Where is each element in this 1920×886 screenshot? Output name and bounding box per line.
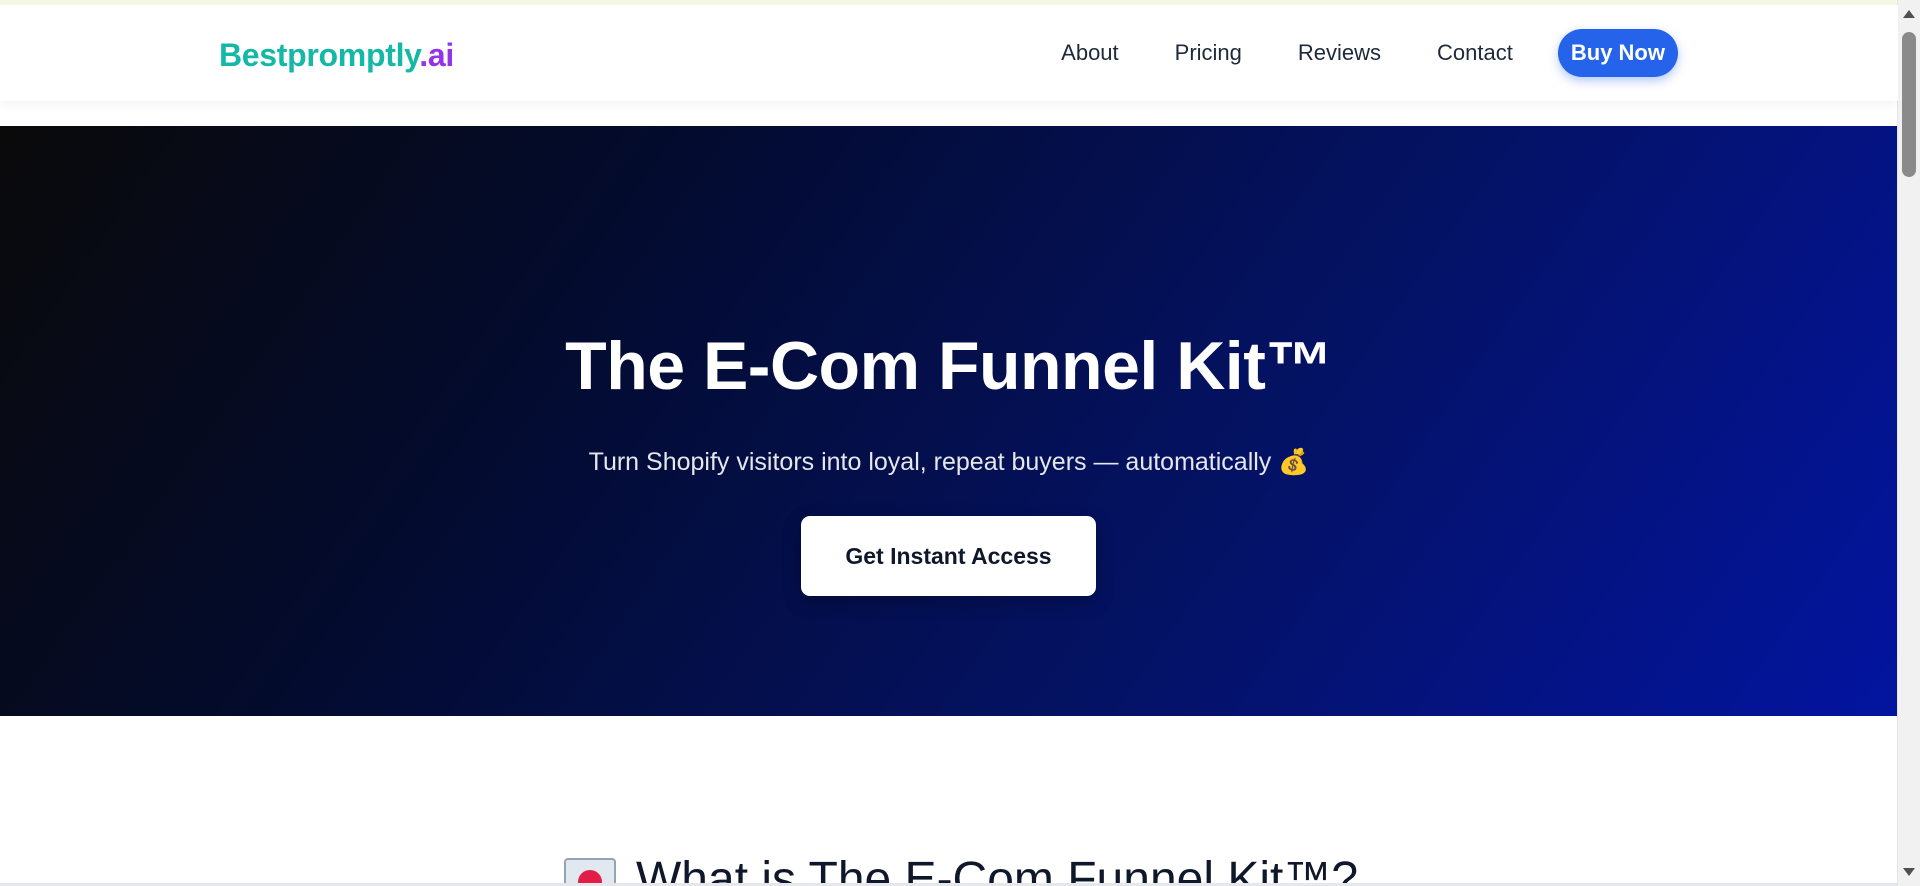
scroll-thumb[interactable] [1902,32,1916,177]
vertical-scrollbar[interactable] [1897,0,1920,886]
nav-link-pricing[interactable]: Pricing [1147,29,1270,77]
logo-main-text: Bestpromptly [219,37,420,73]
nav-link-about[interactable]: About [1033,29,1147,77]
hero-subtitle: Turn Shopify visitors into loyal, repeat… [588,448,1310,476]
hero-title: The E-Com Funnel Kit™ [565,328,1333,404]
section-title: What is The E-Com Funnel Kit™? [636,853,1359,886]
page: Bestpromptly.ai About Pricing Reviews Co… [0,5,1898,886]
logo[interactable]: Bestpromptly.ai [219,35,454,75]
hero-section: The E-Com Funnel Kit™ Turn Shopify visit… [0,126,1898,716]
buy-now-button[interactable]: Buy Now [1557,29,1678,77]
scroll-down-arrow-icon[interactable] [1903,868,1915,876]
love-letter-icon [564,858,616,886]
scroll-up-arrow-icon[interactable] [1903,10,1915,18]
nav-link-contact[interactable]: Contact [1409,29,1541,77]
logo-tld-text: .ai [419,37,454,73]
nav-link-reviews[interactable]: Reviews [1270,29,1409,77]
get-instant-access-button[interactable]: Get Instant Access [801,516,1096,596]
section-heading: What is The E-Com Funnel Kit™? [564,850,1358,886]
site-header: Bestpromptly.ai About Pricing Reviews Co… [0,5,1898,101]
main-nav: About Pricing Reviews Contact Buy Now [1033,29,1678,77]
browser-viewport: Bestpromptly.ai About Pricing Reviews Co… [0,0,1920,886]
